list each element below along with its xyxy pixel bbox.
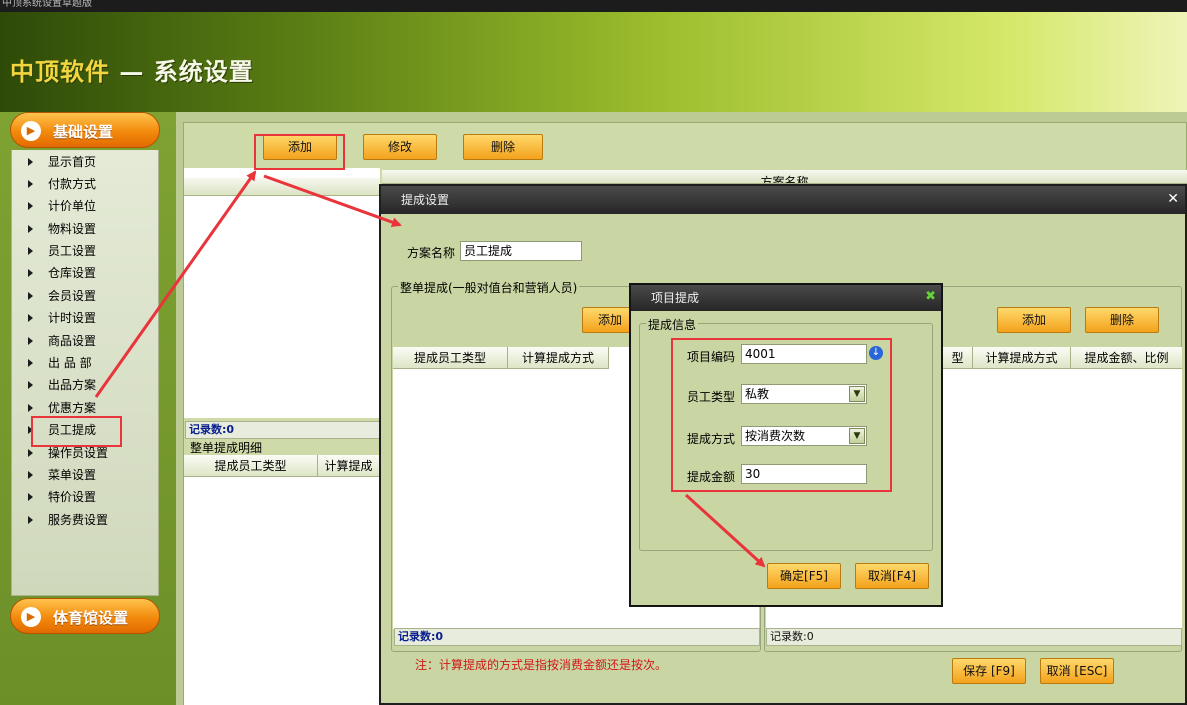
arrow-menu-to-add (94, 170, 257, 398)
arrow-fields-to-confirm (684, 493, 766, 568)
arrow-add-to-dialog (263, 174, 402, 227)
annotation-arrows (94, 170, 766, 568)
